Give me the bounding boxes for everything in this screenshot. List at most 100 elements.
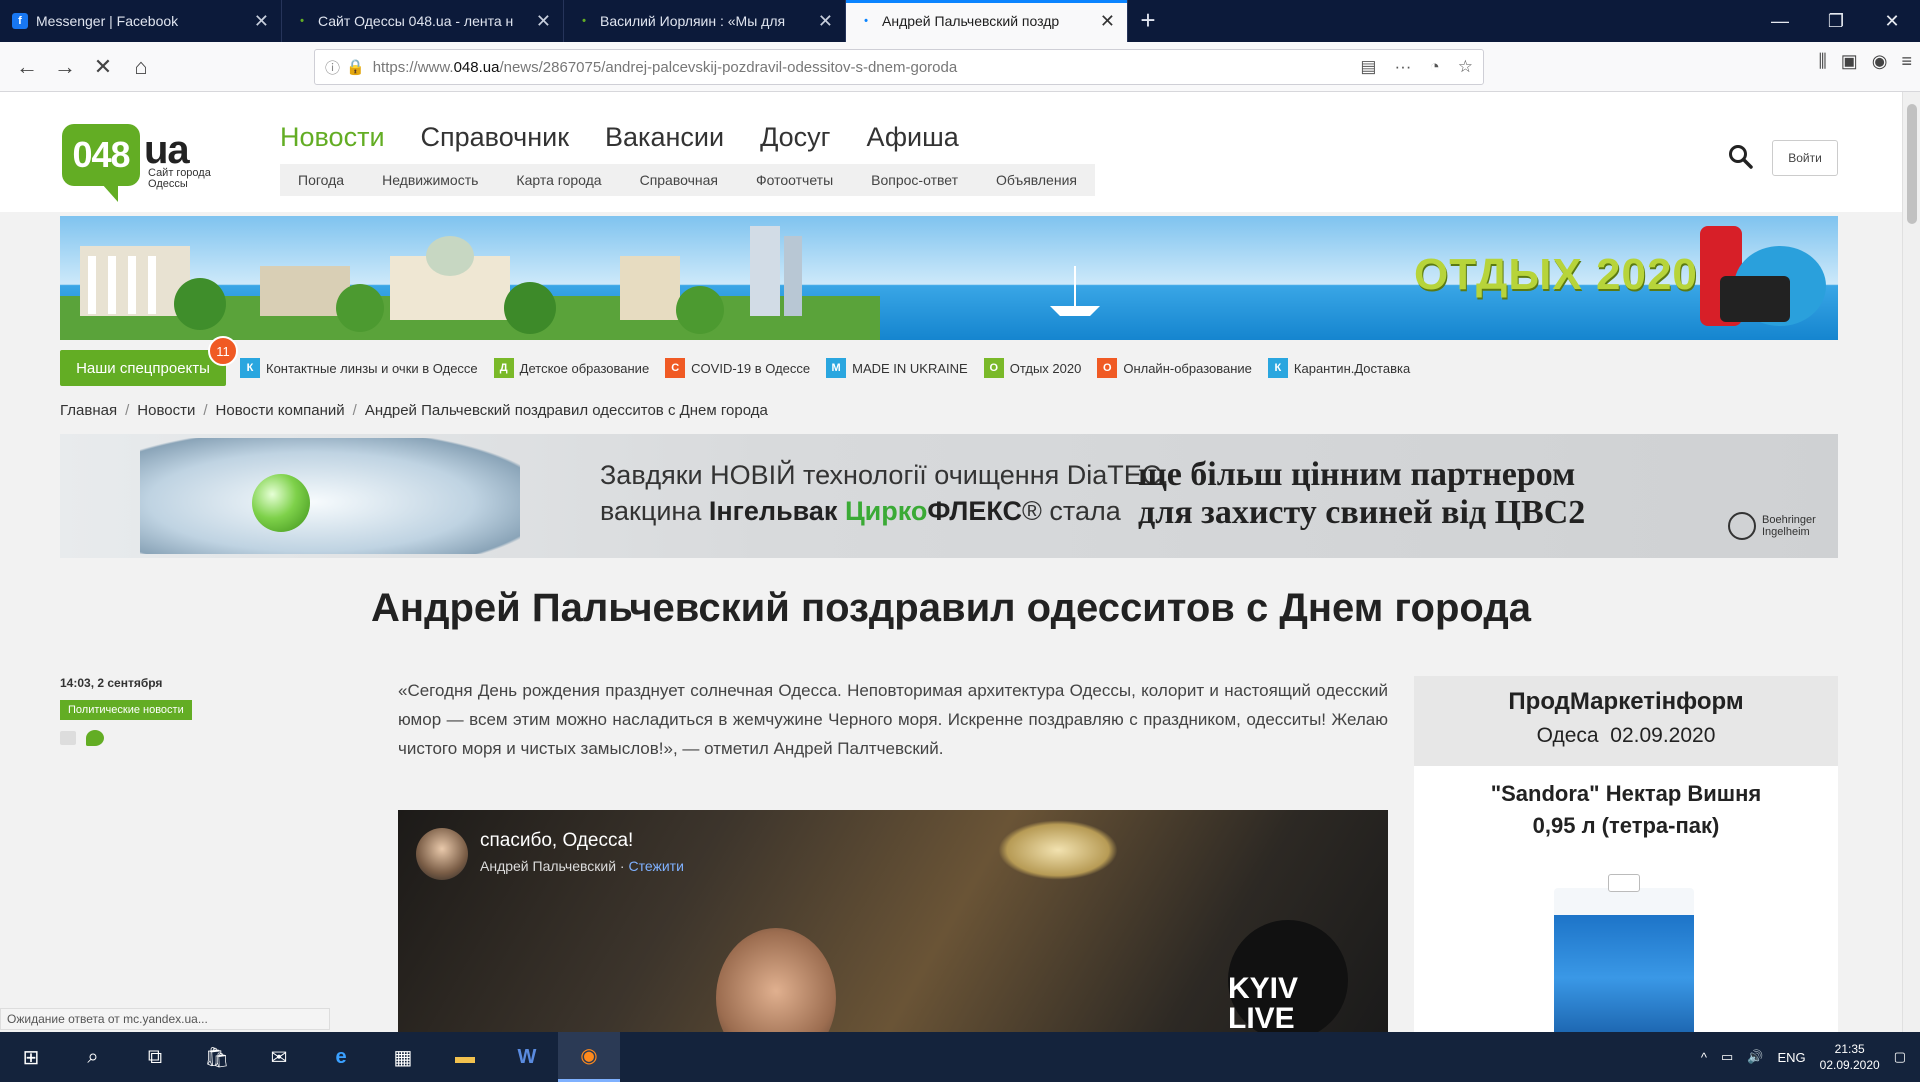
close-tab-icon[interactable]: ✕ xyxy=(1100,11,1115,32)
restore-icon[interactable]: ❐ xyxy=(1808,0,1864,42)
price-widget[interactable]: ПродМаркетінформ Одеса 02.09.2020 "Sando… xyxy=(1414,676,1838,1032)
subnav-photo[interactable]: Фотоотчеты xyxy=(756,172,833,188)
comment-icon[interactable] xyxy=(86,730,104,746)
store-icon[interactable]: 🛍 xyxy=(186,1032,248,1082)
reader-view-icon[interactable]: ▤ xyxy=(1360,57,1376,77)
subnav-weather[interactable]: Погода xyxy=(298,172,344,188)
edge-icon[interactable]: e xyxy=(310,1032,372,1082)
tab-palchevsky-active[interactable]: • Андрей Пальчевский поздр ✕ xyxy=(846,0,1128,42)
file-explorer-icon[interactable]: ▬ xyxy=(434,1032,496,1082)
close-tab-icon[interactable]: ✕ xyxy=(254,11,269,32)
tab-iorlyain[interactable]: • Василий Иорляин : «Мы для ✕ xyxy=(564,0,846,42)
product-line-1: "Sandora" Нектар Вишня xyxy=(1490,781,1762,806)
article-title: Андрей Пальчевский поздравил одесситов с… xyxy=(371,586,1531,630)
firefox-icon[interactable]: ◉ xyxy=(558,1032,620,1082)
spec-item-covid[interactable]: С COVID-19 в Одессе xyxy=(665,358,810,378)
ad-line-2: вакцина Інгельвак ЦиркоФЛЕКС® стала xyxy=(600,496,1121,527)
pocket-icon[interactable]: ◔ xyxy=(1429,57,1439,77)
taskbar-clock[interactable]: 21:35 02.09.2020 xyxy=(1820,1041,1880,1073)
scrollbar-thumb[interactable] xyxy=(1907,104,1917,224)
embedded-video[interactable]: KYIV LIVE спасибо, Одесса! Андрей Пальче… xyxy=(398,810,1388,1032)
tab-048-feed[interactable]: • Сайт Одессы 048.ua - лента н ✕ xyxy=(282,0,564,42)
language-indicator[interactable]: ENG xyxy=(1777,1050,1805,1065)
sub-nav: Погода Недвижимость Карта города Справоч… xyxy=(280,164,1095,196)
close-tab-icon[interactable]: ✕ xyxy=(818,11,833,32)
spec-item-label: Карантин.Доставка xyxy=(1293,360,1411,376)
spec-item-made-in-ukraine[interactable]: М MADE IN UKRAINE xyxy=(826,358,968,378)
spec-item-kids-education[interactable]: Д Детское образование xyxy=(493,358,649,378)
spec-item-quarantine-delivery[interactable]: К Карантин.Доставка xyxy=(1267,358,1411,378)
close-tab-icon[interactable]: ✕ xyxy=(536,11,551,32)
like-icon[interactable] xyxy=(60,731,76,745)
search-taskbar-icon[interactable]: ⌕ xyxy=(62,1032,124,1082)
advertisement-banner[interactable]: Завдяки НОВІЙ технології очищення DiaTEC… xyxy=(60,434,1838,558)
ad-headline-2: для захисту свиней від ЦВС2 xyxy=(1138,494,1586,531)
notepad-icon[interactable]: ▦ xyxy=(372,1032,434,1082)
windows-start-icon[interactable]: ⊞ xyxy=(0,1032,62,1082)
mail-icon[interactable]: ✉ xyxy=(248,1032,310,1082)
ad-brand-name: Boehringer Ingelheim xyxy=(1762,514,1816,538)
close-window-icon[interactable]: ✕ xyxy=(1864,0,1920,42)
site-logo[interactable]: 048 ua Сайт города Одессы xyxy=(62,124,211,202)
subnav-qa[interactable]: Вопрос-ответ xyxy=(871,172,958,188)
breadcrumb-news[interactable]: Новости xyxy=(137,402,195,419)
ad-line-2a: вакцина xyxy=(600,496,709,526)
spec-item-lenses[interactable]: К Контактные линзы и очки в Одессе xyxy=(240,358,478,378)
vertical-scrollbar[interactable] xyxy=(1902,92,1920,1032)
notifications-icon[interactable]: ▢ xyxy=(1894,1049,1906,1065)
info-icon[interactable]: ⓘ xyxy=(325,57,340,78)
price-widget-city: Одеса xyxy=(1536,724,1599,747)
minimize-icon[interactable]: — xyxy=(1752,0,1808,42)
word-icon[interactable]: W xyxy=(496,1032,558,1082)
volume-icon[interactable]: 🔊 xyxy=(1747,1049,1763,1065)
breadcrumb-separator: / xyxy=(203,402,208,419)
breadcrumb-home[interactable]: Главная xyxy=(60,402,117,419)
nav-events[interactable]: Афиша xyxy=(867,122,959,153)
author-avatar[interactable] xyxy=(416,828,468,880)
price-widget-header: ПродМаркетінформ Одеса 02.09.2020 xyxy=(1414,676,1838,766)
subnav-map[interactable]: Карта города xyxy=(516,172,601,188)
article-category-tag[interactable]: Политические новости xyxy=(60,700,192,720)
search-icon[interactable] xyxy=(1728,144,1754,170)
nav-directory[interactable]: Справочник xyxy=(421,122,570,153)
sidebar-icon[interactable]: ▣ xyxy=(1841,51,1858,72)
back-icon[interactable]: ← xyxy=(8,48,46,86)
windows-taskbar: ⊞ ⌕ ⧉ 🛍 ✉ e ▦ ▬ W ◉ ^ ▭ 🔊 ENG 21:35 02.0… xyxy=(0,1032,1920,1082)
green-pearl-image xyxy=(252,474,310,532)
new-tab-button[interactable]: + xyxy=(1128,0,1168,42)
product-name: "Sandora" Нектар Вишня 0,95 л (тетра-пак… xyxy=(1414,778,1838,842)
video-follow-link[interactable]: Стежити xyxy=(628,858,683,874)
login-button[interactable]: Войти xyxy=(1772,140,1838,176)
page-actions-icon[interactable]: ··· xyxy=(1394,57,1411,77)
tab-messenger[interactable]: f Messenger | Facebook ✕ xyxy=(0,0,282,42)
forward-icon[interactable]: → xyxy=(46,48,84,86)
nav-leisure[interactable]: Досуг xyxy=(760,122,830,153)
spec-letter-badge: К xyxy=(1267,358,1288,378)
bookmark-star-icon[interactable]: ☆ xyxy=(1458,57,1473,77)
tray-expand-icon[interactable]: ^ xyxy=(1701,1050,1707,1065)
library-icon[interactable]: ⫼ xyxy=(1818,51,1826,72)
video-author[interactable]: Андрей Пальчевский xyxy=(480,858,616,874)
subnav-realty[interactable]: Недвижимость xyxy=(382,172,478,188)
home-icon[interactable]: ⌂ xyxy=(122,48,160,86)
nav-jobs[interactable]: Вакансии xyxy=(605,122,724,153)
spec-item-vacation[interactable]: О Отдых 2020 xyxy=(983,358,1081,378)
page-viewport: 048 ua Сайт города Одессы Новости Справо… xyxy=(0,92,1902,1032)
account-icon[interactable]: ◉ xyxy=(1872,51,1888,72)
spec-item-label: MADE IN UKRAINE xyxy=(852,360,968,376)
menu-icon[interactable]: ≡ xyxy=(1901,51,1912,72)
subnav-ads[interactable]: Объявления xyxy=(996,172,1077,188)
spec-projects-button[interactable]: Наши спецпроекты 11 xyxy=(60,336,238,386)
stop-icon[interactable]: ✕ xyxy=(84,48,122,86)
subnav-info[interactable]: Справочная xyxy=(640,172,718,188)
network-icon[interactable]: ▭ xyxy=(1721,1049,1733,1065)
top-banner[interactable]: ОТДЫХ 2020 xyxy=(60,216,1838,340)
task-view-icon[interactable]: ⧉ xyxy=(124,1032,186,1082)
ad-line-1: Завдяки НОВІЙ технології очищення DiaTEC… xyxy=(600,460,1169,490)
breadcrumb-company-news[interactable]: Новости компаний xyxy=(216,402,345,419)
spec-item-online-education[interactable]: О Онлайн-образование xyxy=(1097,358,1252,378)
nav-news[interactable]: Новости xyxy=(280,122,385,153)
address-bar[interactable]: ⓘ 🔒 https://www. 048.ua/news/2867075/andr… xyxy=(314,49,1484,85)
lock-icon[interactable]: 🔒 xyxy=(346,58,365,76)
oyster-shell-image xyxy=(140,438,520,554)
